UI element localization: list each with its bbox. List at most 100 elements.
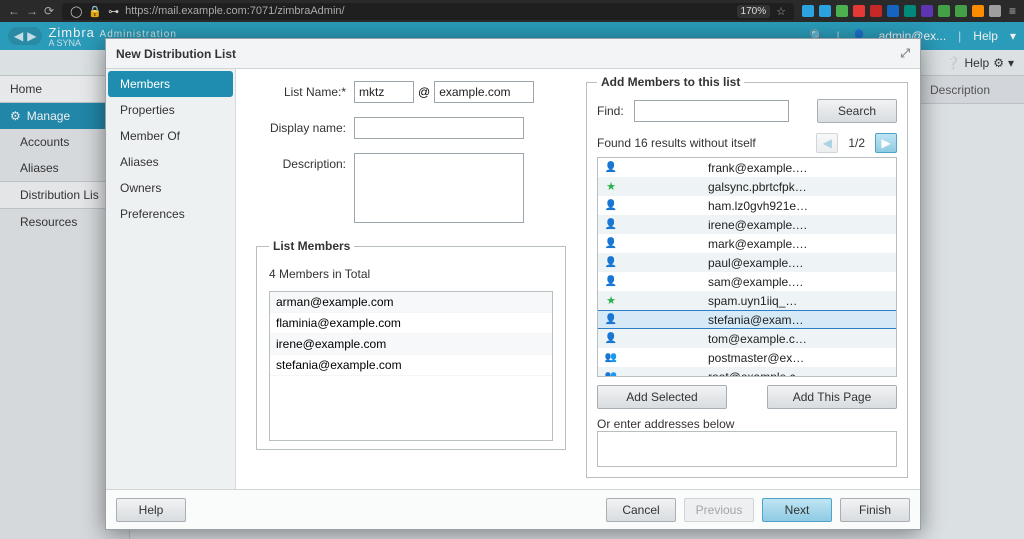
result-email: mark@example.… <box>708 237 808 251</box>
reload-icon[interactable]: ⟳ <box>44 4 54 18</box>
member-list[interactable]: arman@example.comflaminia@example.comire… <box>269 291 553 441</box>
addresses-textarea[interactable] <box>597 431 897 467</box>
dialog-nav-members[interactable]: Members <box>108 71 233 97</box>
back-icon[interactable]: ← <box>8 4 20 18</box>
next-icon[interactable]: ▶ <box>27 29 36 43</box>
result-row[interactable]: ham.lz0gvh921e… <box>598 196 896 215</box>
group-icon <box>604 371 618 377</box>
result-row[interactable]: frank@example.… <box>598 158 896 177</box>
members-total: 4 Members in Total <box>269 267 553 281</box>
at-symbol: @ <box>418 85 430 99</box>
finish-button[interactable]: Finish <box>840 498 910 522</box>
extension-icon[interactable] <box>887 5 899 17</box>
result-row[interactable]: postmaster@ex… <box>598 348 896 367</box>
url-text: https://mail.example.com:7071/zimbraAdmi… <box>125 5 344 17</box>
gear-icon[interactable]: ⚙ <box>993 56 1004 70</box>
forward-icon[interactable]: → <box>26 4 38 18</box>
result-row[interactable]: mark@example.… <box>598 234 896 253</box>
search-button[interactable]: Search <box>817 99 897 123</box>
list-item[interactable]: arman@example.com <box>270 292 552 313</box>
next-button[interactable]: Next <box>762 498 832 522</box>
result-row[interactable]: irene@example.… <box>598 215 896 234</box>
result-row[interactable]: galsync.pbrtcfpk… <box>598 177 896 196</box>
user-icon <box>604 333 618 344</box>
extension-icon[interactable] <box>972 5 984 17</box>
key-icon: ⊶ <box>108 5 119 18</box>
result-email: tom@example.c… <box>708 332 807 346</box>
extension-icon[interactable] <box>819 5 831 17</box>
page-next-button[interactable]: ▶ <box>875 133 897 153</box>
dialog-nav-properties[interactable]: Properties <box>108 97 233 123</box>
arrow-left-icon: ◀ <box>823 136 832 150</box>
result-email: irene@example.… <box>708 218 808 232</box>
dialog-footer: Help Cancel Previous Next Finish <box>106 489 920 529</box>
list-members-legend: List Members <box>269 239 354 253</box>
page-prev-button[interactable]: ◀ <box>816 133 838 153</box>
extension-icon[interactable] <box>802 5 814 17</box>
result-row[interactable]: tom@example.c… <box>598 329 896 348</box>
description-label: Description: <box>256 153 346 171</box>
extension-icon[interactable] <box>921 5 933 17</box>
result-email: spam.uyn1iiq_… <box>708 294 797 308</box>
find-input[interactable] <box>634 100 789 122</box>
dialog-nav-member-of[interactable]: Member Of <box>108 123 233 149</box>
dialog-nav-preferences[interactable]: Preferences <box>108 201 233 227</box>
zoom-level[interactable]: 170% <box>737 5 771 18</box>
result-row[interactable]: spam.uyn1iiq_… <box>598 291 896 310</box>
result-row[interactable]: paul@example.… <box>598 253 896 272</box>
user-icon <box>604 314 618 325</box>
list-item[interactable]: stefania@example.com <box>270 355 552 376</box>
extension-icon[interactable] <box>989 5 1001 17</box>
result-row[interactable]: stefania@exam… <box>598 310 896 329</box>
result-email: sam@example.… <box>708 275 804 289</box>
menu-icon[interactable]: ≡ <box>1009 4 1016 18</box>
extension-icon[interactable] <box>955 5 967 17</box>
help-icon[interactable]: ❔ <box>946 56 961 70</box>
star-icon[interactable]: ☆ <box>776 5 786 18</box>
cancel-button[interactable]: Cancel <box>606 498 676 522</box>
extension-icon[interactable] <box>904 5 916 17</box>
prev-icon[interactable]: ◀ <box>14 29 23 43</box>
list-item[interactable]: flaminia@example.com <box>270 313 552 334</box>
arrow-right-icon: ▶ <box>881 136 890 150</box>
url-bar[interactable]: ◯ 🔒 ⊶ https://mail.example.com:7071/zimb… <box>62 3 794 20</box>
page-indicator: 1/2 <box>844 134 869 152</box>
add-this-page-button[interactable]: Add This Page <box>767 385 897 409</box>
help2-label[interactable]: Help <box>965 56 990 70</box>
expand-icon[interactable]: ⤢ <box>900 46 910 61</box>
find-label: Find: <box>597 104 624 118</box>
chevron-down-icon[interactable]: ▾ <box>1008 56 1014 70</box>
description-input[interactable] <box>354 153 524 223</box>
display-name-label: Display name: <box>256 117 346 135</box>
nav-pill[interactable]: ◀ ▶ <box>8 27 42 45</box>
results-list[interactable]: frank@example.… galsync.pbrtcfpk…ham.lz0g… <box>597 157 897 377</box>
shield-icon: ◯ <box>70 5 82 18</box>
group-icon <box>604 352 618 363</box>
extension-icon[interactable] <box>870 5 882 17</box>
add-selected-button[interactable]: Add Selected <box>597 385 727 409</box>
result-row[interactable]: root@example.c… <box>598 367 896 377</box>
display-name-input[interactable] <box>354 117 524 139</box>
user-icon <box>604 219 618 230</box>
help-link[interactable]: Help <box>973 29 998 43</box>
chevron-down-icon[interactable]: ▾ <box>1010 29 1016 43</box>
result-row[interactable]: sam@example.… <box>598 272 896 291</box>
extension-icon[interactable] <box>836 5 848 17</box>
dialog-title-bar[interactable]: New Distribution List ⤢ <box>106 39 920 69</box>
extension-icon[interactable] <box>938 5 950 17</box>
help-button[interactable]: Help <box>116 498 186 522</box>
extension-icon[interactable] <box>853 5 865 17</box>
list-item[interactable]: irene@example.com <box>270 334 552 355</box>
lock-icon: 🔒 <box>88 5 102 18</box>
domain-input[interactable] <box>434 81 534 103</box>
list-name-label: List Name:* <box>256 81 346 99</box>
user-icon <box>604 257 618 268</box>
user-icon <box>604 200 618 211</box>
extension-icons <box>802 5 1001 17</box>
result-email: stefania@exam… <box>708 313 804 327</box>
dialog-nav-aliases[interactable]: Aliases <box>108 149 233 175</box>
result-email: frank@example.… <box>708 161 808 175</box>
add-members-legend: Add Members to this list <box>597 75 744 89</box>
dialog-nav-owners[interactable]: Owners <box>108 175 233 201</box>
list-name-input[interactable] <box>354 81 414 103</box>
